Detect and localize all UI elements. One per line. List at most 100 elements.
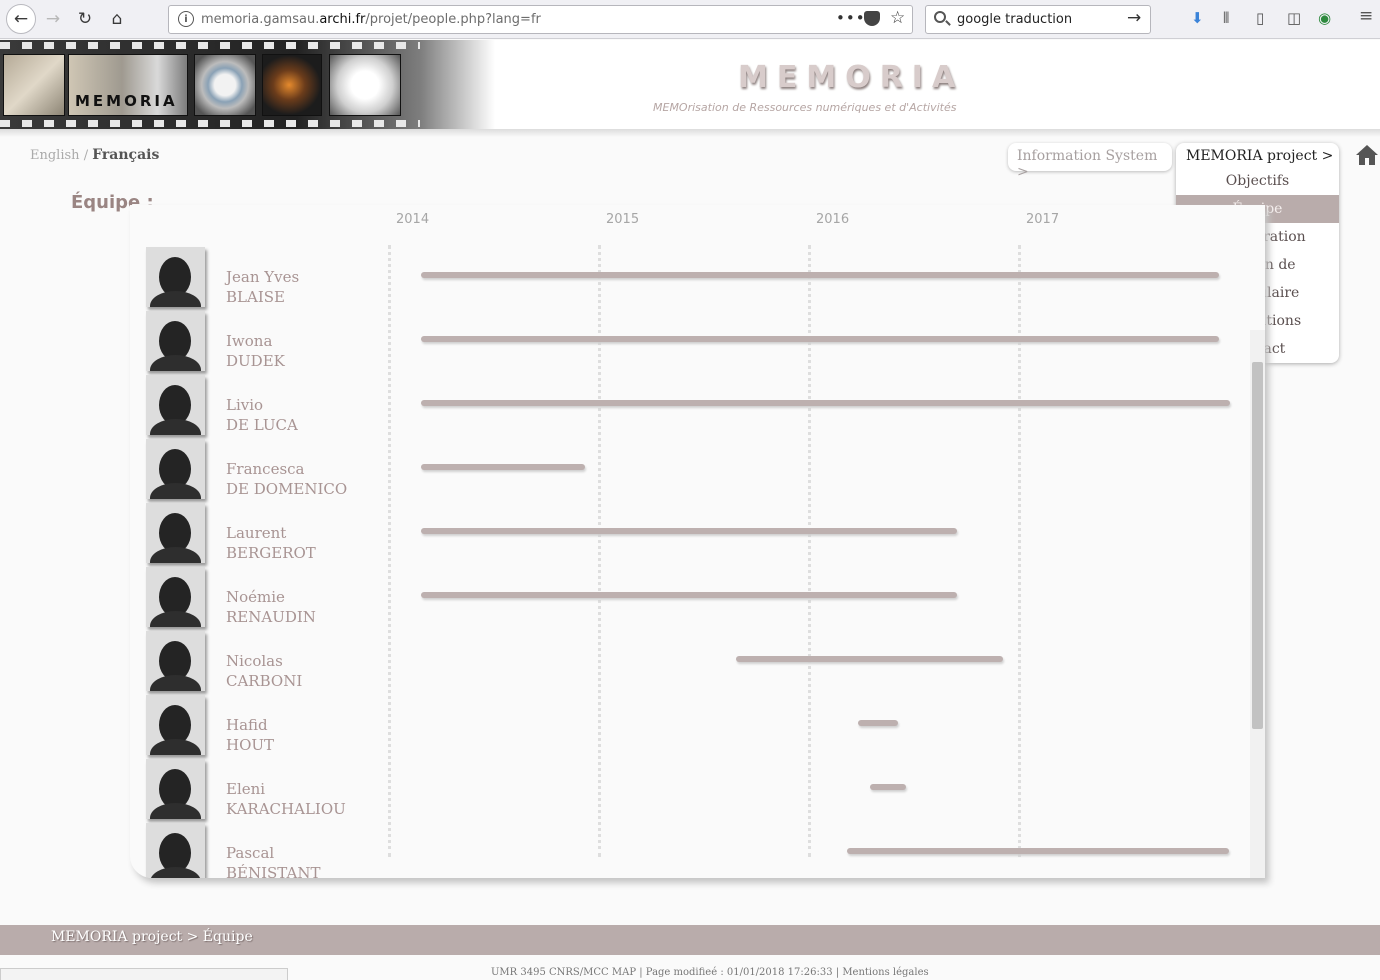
nav-information-system[interactable]: Information System > [1008,143,1172,180]
forward-icon[interactable]: → [38,4,68,34]
person-first-name: Noémie [226,588,285,606]
film-frame [3,54,65,116]
person-last-name: DE LUCA [226,416,298,434]
logo-text: MEMORIA [75,92,178,110]
search-box[interactable]: google traduction → [925,5,1151,34]
person-name: Nicolas CARBONI [226,651,302,691]
page-actions-icon[interactable]: ••• [836,9,866,27]
person-first-name: Iwona [226,332,273,350]
person-name: Francesca DE DOMENICO [226,459,347,499]
avatar [146,631,205,691]
browser-home-icon[interactable]: ⌂ [102,4,132,34]
person-last-name: HOUT [226,736,275,754]
reload-icon[interactable]: ↻ [70,4,100,34]
site-header: MEMORIA MEMORIA MEMOrisation de Ressourc… [0,40,1380,129]
person-first-name: Francesca [226,460,305,478]
person-last-name: CARBONI [226,672,303,690]
search-icon [934,11,946,23]
person-row: Iwona DUDEK [146,311,1265,375]
tenure-bar [847,848,1230,854]
person-row: Laurent BERGEROT [146,503,1265,567]
person-first-name: Livio [226,396,264,414]
footer-info: UMR 3495 CNRS/MCC MAP | Page modifieé : … [491,967,929,978]
person-row: Livio DE LUCA [146,375,1265,439]
download-icon[interactable]: ⬇ [1191,9,1204,27]
person-first-name: Laurent [226,524,287,542]
person-row: Noémie RENAUDIN [146,567,1265,631]
reader-icon[interactable]: ▯ [1256,9,1264,27]
lang-english-link[interactable]: English [30,148,80,163]
film-frame [262,54,322,116]
person-first-name: Hafid [226,716,268,734]
film-perforations [0,120,420,127]
person-last-name: RENAUDIN [226,608,316,626]
film-frame [194,54,256,116]
year-label: 2014 [396,212,430,227]
person-name: Jean Yves BLAISE [226,267,299,307]
person-row: Francesca DE DOMENICO [146,439,1265,503]
menu-icon[interactable]: ≡ [1359,6,1373,26]
avatar [146,823,205,878]
url-text[interactable]: memoria.gamsau.archi.fr/projet/people.ph… [201,12,541,27]
person-name: Livio DE LUCA [226,395,298,435]
avatar [146,311,205,371]
year-label: 2017 [1026,212,1060,227]
search-input[interactable]: google traduction [957,12,1072,27]
bookmark-star-icon[interactable]: ☆ [890,8,905,28]
person-name: Laurent BERGEROT [226,523,316,563]
tenure-bar [421,592,957,598]
tenure-bar [421,272,1219,278]
url-bar[interactable]: i memoria.gamsau.archi.fr/projet/people.… [168,5,913,34]
avatar [146,695,205,755]
avatar [146,375,205,435]
person-last-name: DE DOMENICO [226,480,348,498]
film-frame [329,54,401,116]
person-row: Nicolas CARBONI [146,631,1265,695]
scrollbar-thumb[interactable] [1252,362,1263,729]
info-icon[interactable]: i [178,11,194,27]
person-last-name: BERGEROT [226,544,316,562]
back-icon[interactable]: ← [6,4,36,34]
avatar [146,567,205,627]
person-first-name: Nicolas [226,652,283,670]
year-label: 2015 [606,212,640,227]
team-timeline: 2014 2015 2016 2017 Jean Yves BLAISE Iwona DUDE… [130,205,1265,878]
tenure-bar [421,464,585,470]
film-perforations [0,42,420,49]
pocket-icon[interactable] [864,11,880,26]
site-subtitle: MEMOrisation de Ressources numériques et… [653,101,957,114]
person-row: Pascal BÉNISTANT [146,823,1265,878]
extension-icon[interactable]: ◉ [1318,9,1331,27]
tenure-bar [421,528,957,534]
person-row: Jean Yves BLAISE [146,247,1265,311]
person-first-name: Pascal [226,844,275,862]
avatar [146,439,205,499]
tenure-bar [736,656,1003,662]
library-icon[interactable]: ⫴ [1223,9,1229,27]
avatar [146,247,205,307]
tenure-bar [421,400,1230,406]
person-name: Hafid HOUT [226,715,274,755]
lang-separator: / [83,148,89,163]
search-go-icon[interactable]: → [1127,8,1141,28]
header-shadow [0,129,1380,137]
person-name: Iwona DUDEK [226,331,285,371]
person-first-name: Jean Yves [226,268,300,286]
person-first-name: Eleni [226,780,266,798]
nav-memoria-project[interactable]: MEMORIA project > [1186,148,1333,164]
avatar [146,503,205,563]
person-last-name: BLAISE [226,288,285,306]
person-last-name: DUDEK [226,352,285,370]
sidebar-icon[interactable]: ◫ [1287,9,1301,27]
tenure-bar [870,784,907,790]
person-name: Eleni KARACHALIOU [226,779,346,819]
footer-breadcrumb: MEMORIA project > Équipe [51,929,253,945]
person-name: Noémie RENAUDIN [226,587,316,627]
avatar [146,759,205,819]
person-name: Pascal BÉNISTANT [226,843,320,878]
home-icon[interactable] [1355,143,1379,167]
menu-item-objectifs[interactable]: Objectifs [1176,167,1339,195]
lang-francais-link[interactable]: Français [92,147,159,163]
tenure-bar [421,336,1219,342]
person-last-name: BÉNISTANT [226,864,321,878]
